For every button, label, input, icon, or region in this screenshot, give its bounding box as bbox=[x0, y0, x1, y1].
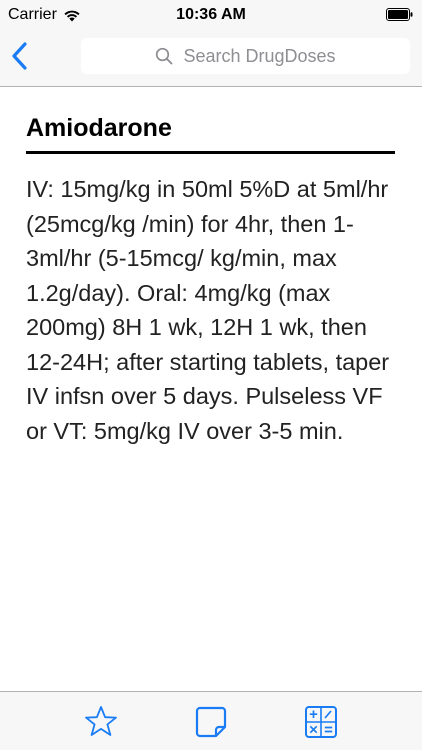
status-bar: Carrier 10:36 AM bbox=[0, 0, 422, 30]
heading-divider bbox=[26, 151, 395, 154]
back-button[interactable] bbox=[8, 40, 32, 72]
tab-notes[interactable] bbox=[193, 704, 229, 740]
tab-favorites[interactable] bbox=[83, 704, 119, 740]
calculator-icon bbox=[305, 706, 337, 738]
star-icon bbox=[85, 706, 117, 736]
tab-calculator[interactable] bbox=[303, 704, 339, 740]
search-input[interactable]: Search DrugDoses bbox=[81, 38, 410, 74]
navigation-bar: Search DrugDoses bbox=[0, 30, 422, 87]
drug-dosing-text: IV: 15mg/kg in 50ml 5%D at 5ml/hr (25mcg… bbox=[26, 176, 390, 444]
search-placeholder: Search DrugDoses bbox=[183, 45, 336, 66]
note-icon bbox=[195, 706, 227, 738]
clock: 10:36 AM bbox=[176, 6, 246, 23]
drug-name-heading: Amiodarone bbox=[26, 114, 172, 142]
battery-icon bbox=[386, 8, 413, 21]
tab-bar bbox=[0, 691, 422, 750]
search-icon bbox=[156, 47, 173, 65]
chevron-left-icon bbox=[12, 42, 27, 70]
